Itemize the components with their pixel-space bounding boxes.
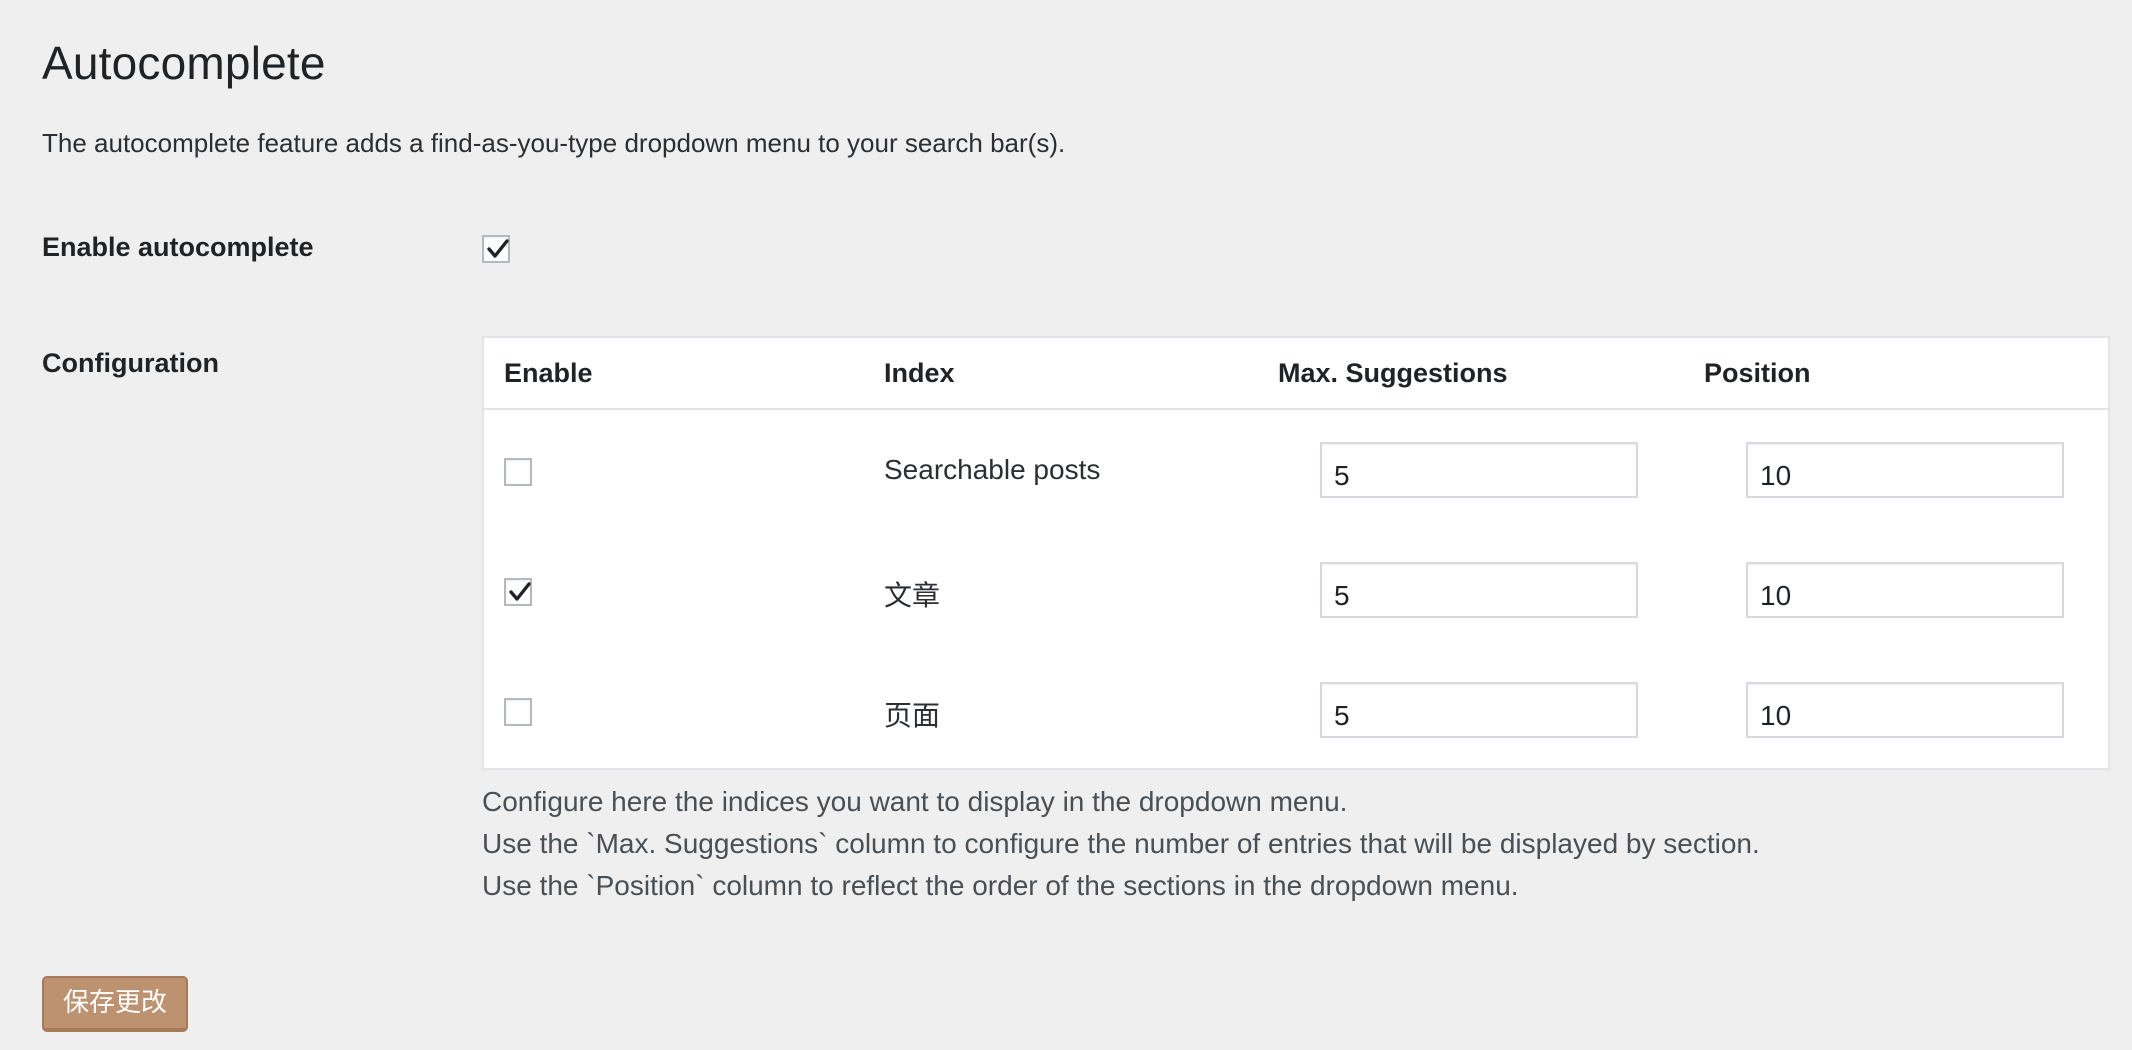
row-index-name: 页面 (884, 700, 941, 731)
row-enable-checkbox[interactable] (504, 458, 532, 486)
table-header: Enable Index Max. Suggestions Position (484, 338, 2108, 410)
enable-autocomplete-label: Enable autocomplete (42, 232, 314, 262)
position-input[interactable] (1746, 442, 2064, 498)
max-suggestions-input[interactable] (1320, 562, 1638, 618)
header-enable: Enable (504, 358, 593, 388)
help-text-line: Configure here the indices you want to d… (482, 786, 1348, 817)
enable-autocomplete-checkbox[interactable] (482, 235, 510, 263)
row-enable-checkbox[interactable] (504, 698, 532, 726)
header-max-suggestions: Max. Suggestions (1278, 358, 1508, 388)
configuration-label: Configuration (42, 348, 219, 378)
page-description: The autocomplete feature adds a find-as-… (42, 128, 1066, 158)
row-index-name: 文章 (884, 580, 941, 611)
max-suggestions-input[interactable] (1320, 682, 1638, 738)
checkmark-icon (509, 582, 531, 601)
row-index-name: Searchable posts (884, 454, 1101, 485)
max-suggestions-input[interactable] (1320, 442, 1638, 498)
help-text-line: Use the `Max. Suggestions` column to con… (482, 828, 1760, 859)
position-input[interactable] (1746, 682, 2064, 738)
position-input[interactable] (1746, 562, 2064, 618)
header-index: Index (884, 358, 955, 388)
save-changes-button[interactable]: 保存更改 (42, 976, 188, 1032)
checkmark-icon (487, 239, 509, 258)
page-title: Autocomplete (42, 37, 326, 89)
help-text-line: Use the `Position` column to reflect the… (482, 870, 1519, 901)
header-position: Position (1704, 358, 1811, 388)
configuration-table: Enable Index Max. Suggestions Position S… (482, 336, 2110, 770)
row-enable-checkbox[interactable] (504, 578, 532, 606)
